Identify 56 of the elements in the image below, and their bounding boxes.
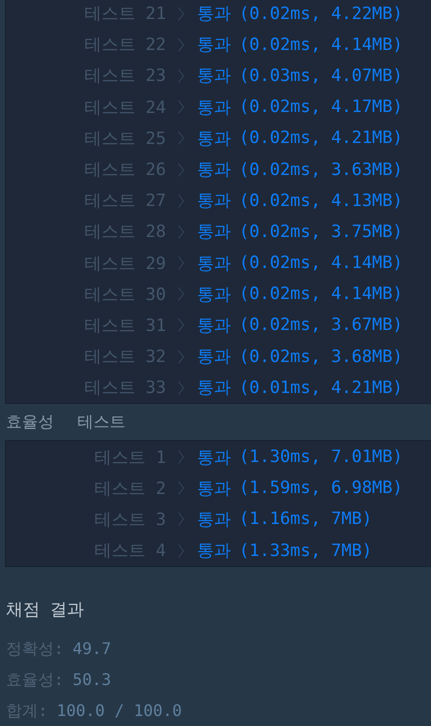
score-value: 49.7	[72, 639, 112, 658]
result-detail: (0.02ms, 4.17MB)	[239, 97, 403, 118]
result-status: 통과	[197, 190, 231, 212]
result-detail: (1.59ms, 6.98MB)	[239, 478, 403, 498]
result-status: 통과	[197, 96, 231, 119]
result-status: 통과	[197, 3, 231, 26]
result-status: 통과	[197, 540, 231, 562]
result-detail: (0.02ms, 4.13MB)	[239, 190, 403, 211]
chevron-right-icon	[178, 544, 184, 558]
result-detail: (0.03ms, 4.07MB)	[239, 66, 403, 86]
chevron-right-icon	[178, 512, 184, 526]
chevron-right-icon	[178, 224, 184, 239]
result-detail: (0.02ms, 4.22MB)	[239, 4, 403, 24]
result-detail: (0.01ms, 4.21MB)	[239, 378, 403, 398]
score-value: 100.0 / 100.0	[56, 701, 182, 720]
result-detail: (0.02ms, 3.67MB)	[239, 315, 403, 336]
chevron-right-icon	[178, 287, 184, 302]
chevron-right-icon	[178, 350, 184, 364]
chevron-right-icon	[178, 68, 184, 83]
chevron-right-icon	[178, 481, 184, 496]
result-detail: (1.30ms, 7.01MB)	[239, 447, 403, 468]
result-status: 통과	[197, 221, 231, 244]
result-detail: (0.02ms, 4.14MB)	[239, 253, 403, 274]
result-detail: (1.16ms, 7MB)	[239, 509, 372, 530]
result-detail: (0.02ms, 4.14MB)	[239, 284, 403, 304]
result-detail: (0.02ms, 3.75MB)	[239, 222, 403, 242]
chevron-right-icon	[178, 256, 184, 270]
chevron-right-icon	[178, 100, 184, 114]
result-status: 통과	[197, 314, 231, 337]
result-status: 통과	[197, 65, 231, 88]
result-detail: (0.02ms, 3.63MB)	[239, 160, 403, 180]
chevron-right-icon	[178, 380, 184, 395]
result-status: 통과	[197, 508, 231, 531]
result-status: 통과	[197, 346, 231, 368]
chevron-right-icon	[178, 38, 184, 52]
result-status: 통과	[197, 446, 231, 469]
result-status: 통과	[197, 478, 231, 500]
result-status: 통과	[197, 34, 231, 56]
score-value: 50.3	[72, 670, 112, 690]
result-detail: (1.33ms, 7MB)	[239, 540, 372, 561]
result-status: 통과	[197, 128, 231, 150]
result-status: 통과	[197, 377, 231, 400]
chevron-right-icon	[178, 450, 184, 464]
result-status: 통과	[197, 252, 231, 275]
result-detail: (0.02ms, 4.14MB)	[239, 34, 403, 55]
result-detail: (0.02ms, 4.21MB)	[239, 128, 403, 148]
chevron-right-icon	[178, 318, 184, 332]
section-title: 효율성 테스트	[6, 412, 126, 433]
chevron-right-icon	[178, 131, 184, 146]
chevron-right-icon	[178, 6, 184, 21]
result-status: 통과	[197, 159, 231, 182]
chevron-right-icon	[178, 194, 184, 208]
result-detail: (0.02ms, 3.68MB)	[239, 346, 403, 367]
chevron-right-icon	[178, 162, 184, 177]
result-status: 통과	[197, 284, 231, 306]
grading-title: 채점 결과	[6, 599, 86, 622]
